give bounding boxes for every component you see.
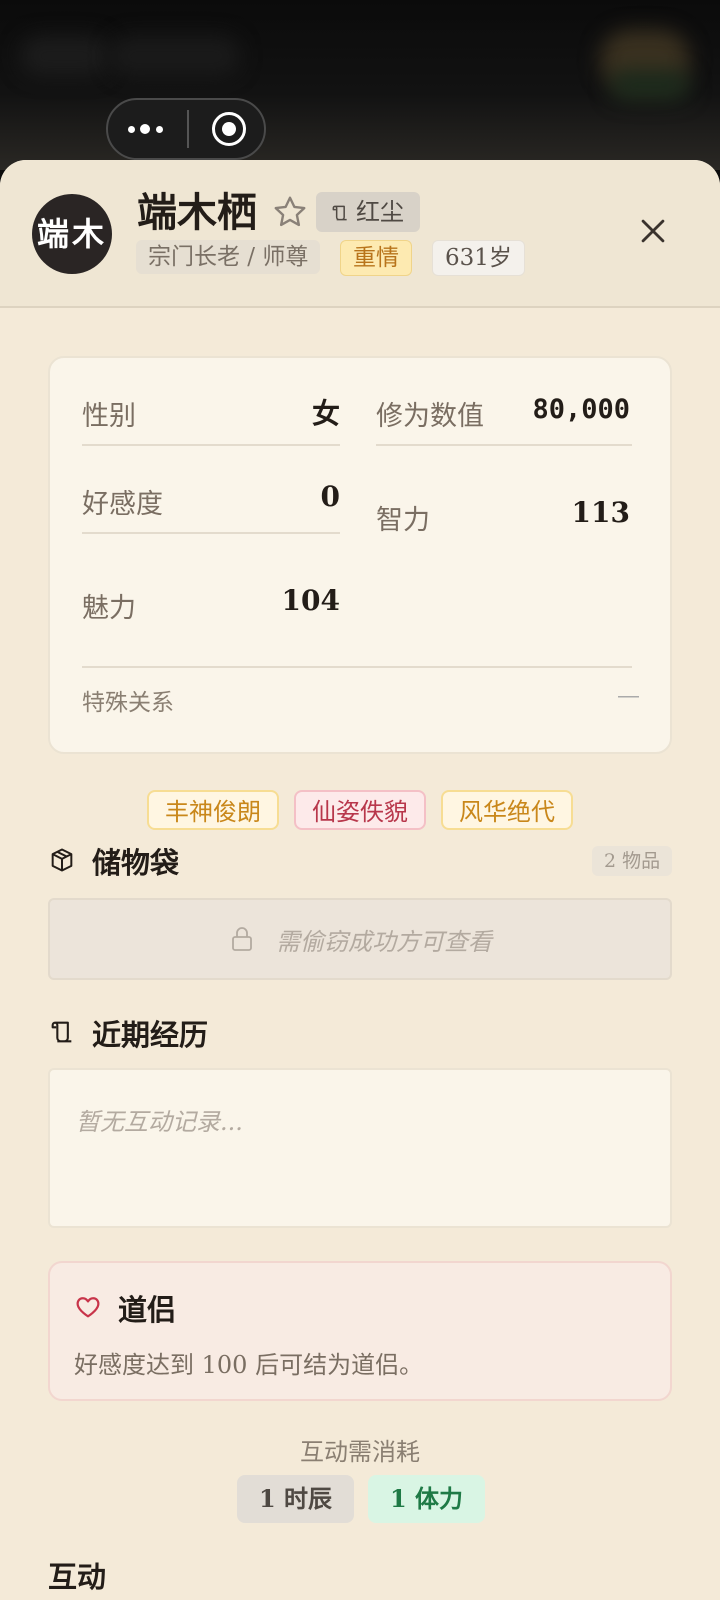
cultivation-label: 修为数值: [376, 401, 484, 432]
favor-label: 好感度: [82, 489, 163, 520]
history-empty-text: 暂无互动记录...: [76, 1108, 243, 1136]
favor-value: 0: [320, 480, 340, 513]
heart-icon: [76, 1297, 100, 1318]
divider: [82, 532, 340, 534]
storage-locked-panel: 需偷窃成功方可查看: [48, 898, 672, 980]
locked-message: 需偷窃成功方可查看: [276, 928, 492, 956]
mood-label: 红尘: [356, 198, 404, 226]
intellect-label: 智力: [376, 505, 430, 536]
age-badge: 631岁: [432, 240, 525, 276]
more-dots-icon[interactable]: [126, 114, 170, 144]
scroll-icon: [51, 1021, 72, 1043]
cost-label: 互动需消耗: [300, 1438, 420, 1466]
interact-title: 互动: [48, 1560, 107, 1594]
trait-badge: 重情: [340, 240, 412, 276]
relation-value: —: [617, 683, 640, 709]
status-area: [0, 0, 720, 170]
capsule-divider: [187, 110, 189, 148]
charm-label: 魅力: [82, 593, 136, 624]
cultivation-value: 80,000: [532, 394, 630, 425]
mini-program-capsule: [106, 98, 266, 160]
scroll-icon: [332, 205, 347, 221]
record-icon[interactable]: [212, 112, 246, 146]
storage-title: 储物袋: [92, 846, 180, 880]
time-cost-badge: 1 时辰: [237, 1475, 355, 1523]
divider: [82, 444, 340, 446]
dao-description: 好感度达到 100 后可结为道侣。: [74, 1351, 424, 1379]
blur-shape: [110, 36, 240, 76]
dao-title: 道侣: [118, 1293, 177, 1327]
trait-tag: 仙姿佚貌: [294, 790, 426, 830]
stamina-cost-badge: 1 体力: [368, 1475, 486, 1523]
blur-shape: [20, 36, 110, 76]
stats-card: 性别 女 修为数值 80,000 好感度 0 智力 113 魅力 104 特殊关…: [48, 356, 672, 754]
item-count-badge: 2 物品: [592, 846, 673, 876]
divider: [82, 666, 632, 668]
history-title: 近期经历: [92, 1018, 209, 1052]
avatar: 端木: [32, 194, 112, 274]
mood-tag: 红尘: [316, 192, 420, 232]
character-name: 端木栖: [137, 189, 257, 236]
gender-label: 性别: [82, 401, 136, 432]
trait-tag: 风华绝代: [441, 790, 573, 830]
close-icon[interactable]: [636, 214, 670, 248]
role-badge: 宗门长老 / 师尊: [136, 240, 321, 274]
divider: [376, 444, 632, 446]
package-icon: [51, 848, 73, 872]
profile-header: 端木 端木栖 红尘 宗门长老 / 师尊 重情 631岁: [0, 160, 720, 308]
dao-companion-card: 道侣 好感度达到 100 后可结为道侣。: [48, 1261, 672, 1401]
blur-shape: [610, 70, 690, 100]
intellect-value: 113: [571, 496, 630, 529]
trait-tag: 丰神俊朗: [147, 790, 279, 830]
relation-label: 特殊关系: [82, 690, 174, 716]
gender-value: 女: [311, 397, 340, 430]
history-panel: 暂无互动记录...: [48, 1068, 672, 1228]
charm-value: 104: [281, 584, 340, 617]
star-icon[interactable]: [272, 194, 308, 230]
lock-icon: [232, 927, 252, 951]
